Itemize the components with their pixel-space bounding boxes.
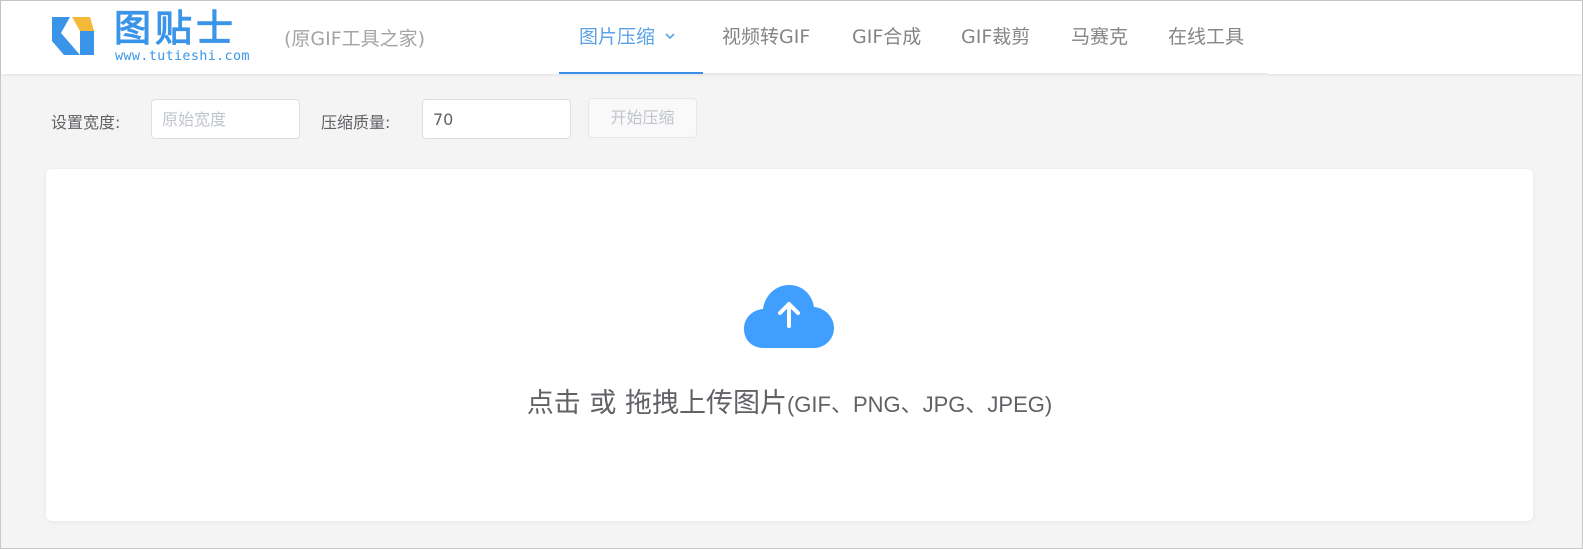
main-nav: 图片压缩 视频转GIF GIF合成 GIF裁剪 马赛克 在线工具 bbox=[559, 1, 1267, 74]
width-label: 设置宽度: bbox=[51, 113, 121, 132]
logo-url: www.tutieshi.com bbox=[115, 48, 250, 64]
nav-item-mosaic[interactable]: 马赛克 bbox=[1071, 1, 1128, 74]
chevron-down-icon bbox=[665, 33, 675, 40]
site-header: 图贴士 www.tutieshi.com (原GIF工具之家) 图片压缩 视频转… bbox=[1, 1, 1582, 74]
start-compress-button[interactable]: 开始压缩 bbox=[588, 98, 697, 138]
nav-item-online-tools[interactable]: 在线工具 bbox=[1168, 1, 1244, 74]
nav-item-video-to-gif[interactable]: 视频转GIF bbox=[722, 1, 810, 74]
nav-item-image-compress[interactable]: 图片压缩 bbox=[579, 1, 677, 74]
logo-title: 图贴士 bbox=[114, 7, 237, 50]
cloud-upload-icon bbox=[744, 285, 834, 348]
width-input[interactable] bbox=[151, 99, 300, 139]
quality-label: 压缩质量: bbox=[321, 113, 391, 132]
upload-dropzone[interactable]: 点击 或 拖拽上传图片(GIF、PNG、JPG、JPEG) bbox=[46, 169, 1533, 521]
nav-item-gif-compose[interactable]: GIF合成 bbox=[852, 1, 921, 74]
upload-text-main: 点击 或 拖拽上传图片 bbox=[526, 388, 787, 419]
logo-mark-icon bbox=[52, 17, 94, 55]
upload-instructions: 点击 或 拖拽上传图片(GIF、PNG、JPG、JPEG) bbox=[46, 381, 1533, 420]
logo-subtitle: (原GIF工具之家) bbox=[284, 28, 426, 50]
nav-item-label: 图片压缩 bbox=[579, 26, 656, 48]
upload-text-formats: (GIF、PNG、JPG、JPEG) bbox=[786, 392, 1053, 417]
nav-active-indicator bbox=[559, 72, 703, 74]
quality-input[interactable] bbox=[422, 99, 571, 139]
nav-item-gif-crop[interactable]: GIF裁剪 bbox=[961, 1, 1030, 74]
compress-options: 设置宽度: 压缩质量: 开始压缩 bbox=[1, 97, 1583, 141]
site-logo[interactable]: 图贴士 www.tutieshi.com bbox=[50, 8, 265, 68]
